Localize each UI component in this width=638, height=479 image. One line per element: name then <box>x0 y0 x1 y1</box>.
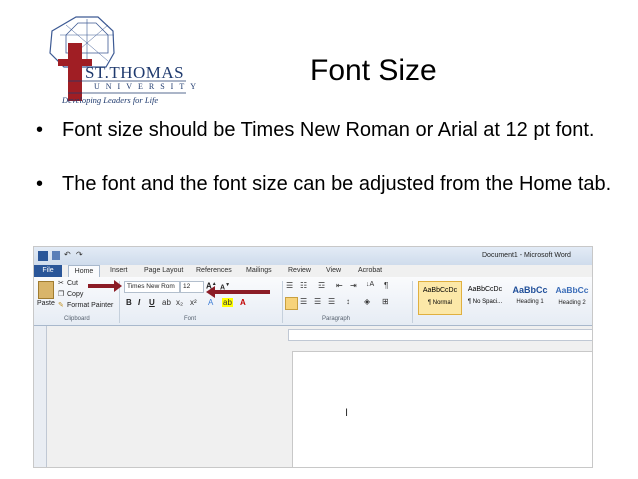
slide-title: Font Size <box>310 54 437 87</box>
bullet-dot-icon: • <box>36 173 44 195</box>
document-page[interactable] <box>292 351 592 467</box>
bullet-1-text: Font size should be Times New Roman or A… <box>62 119 595 141</box>
word-window-screenshot: ↶ ↷ Document1 - Microsoft Word File Home… <box>33 246 593 468</box>
logo-name: ST.THOMAS <box>85 63 185 82</box>
bullet-dot-icon: • <box>36 119 44 141</box>
arrow-head-left-icon <box>206 286 215 298</box>
logo-subtitle: UNIVERSITY <box>94 82 202 91</box>
horizontal-ruler <box>288 329 592 341</box>
arrow-head-right-icon <box>114 280 122 292</box>
logo-tagline: Developing Leaders for Life <box>62 95 159 105</box>
vertical-ruler <box>34 326 47 467</box>
logo-emblem-icon <box>49 16 186 101</box>
bullet-2: • The font and the font size can be adju… <box>36 172 616 220</box>
text-cursor: I <box>345 407 349 419</box>
bullet-1: • Font size should be Times New Roman or… <box>36 118 616 166</box>
bullet-2-text: The font and the font size can be adjust… <box>62 173 612 195</box>
university-logo: ST.THOMAS UNIVERSITY Developing Leaders … <box>28 15 196 107</box>
